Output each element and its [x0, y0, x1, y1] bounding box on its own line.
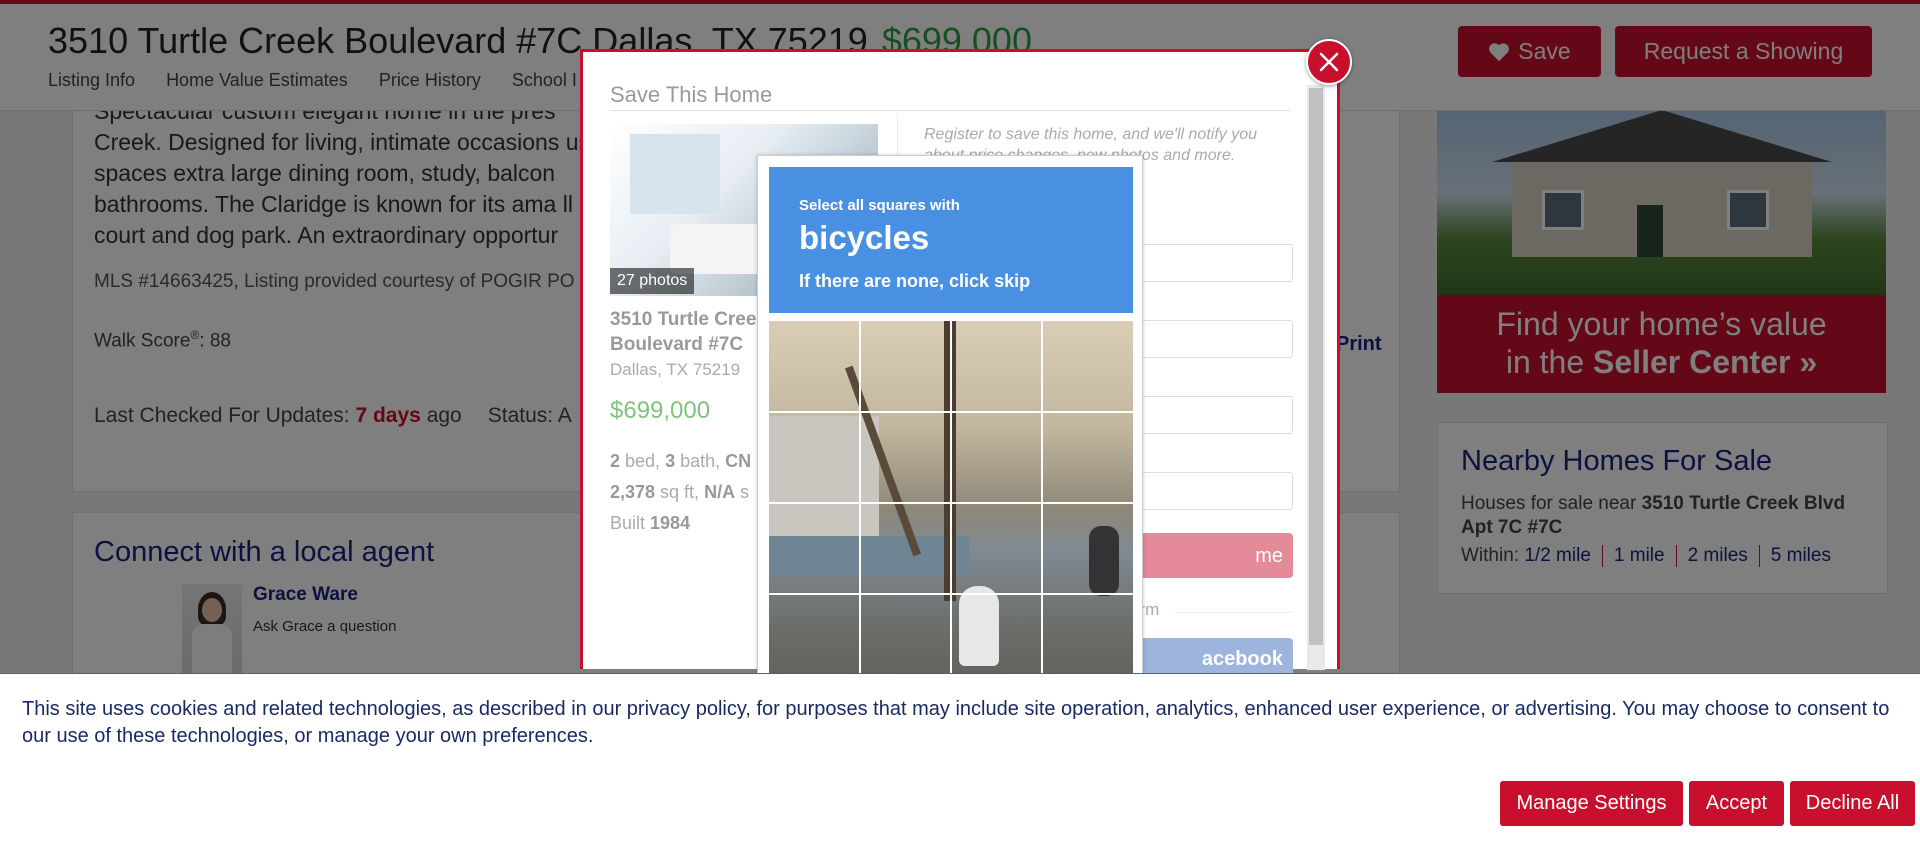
captcha-header: Select all squares with bicycles If ther… [769, 167, 1133, 313]
modal-specs: 2 bed, 3 bath, CN 2,378 sq ft, N/A s Bui… [610, 446, 751, 539]
spec-type: CN [725, 451, 752, 471]
modal-title-divider [610, 110, 1290, 111]
captcha-grid-line [769, 502, 1133, 504]
spec-sqft-label: sq ft, [655, 482, 705, 502]
captcha-skip-hint: If there are none, click skip [799, 271, 1031, 291]
accept-button[interactable]: Accept [1689, 781, 1784, 826]
modal-scrollbar-thumb[interactable] [1309, 88, 1323, 645]
captcha-grid-line [769, 411, 1133, 413]
spec-beds-label: bed, [620, 451, 666, 471]
modal-city: Dallas, TX 75219 [610, 360, 741, 379]
close-icon [1319, 52, 1339, 72]
cookie-text: This site uses cookies and related techn… [22, 698, 1890, 747]
spec-beds: 2 [610, 451, 621, 471]
or-separator-line [1175, 612, 1293, 613]
spec-built-label: Built [610, 513, 651, 533]
spec-baths: 3 [665, 451, 676, 471]
captcha-grid-line [1041, 321, 1043, 676]
spec-baths-label: bath, [675, 451, 726, 471]
spec-built: 1984 [650, 513, 691, 533]
captcha-grid-line [859, 321, 861, 676]
captcha-grid-line [769, 593, 1133, 595]
captcha-grid-line [950, 321, 952, 676]
modal-title: Save This Home [610, 82, 773, 107]
manage-settings-button[interactable]: Manage Settings [1500, 781, 1683, 826]
captcha-target: bicycles [799, 219, 930, 256]
captcha-challenge: Select all squares with bicycles If ther… [757, 155, 1143, 677]
spec-lot-label: s [735, 482, 750, 502]
captcha-instruction: Select all squares with [799, 197, 960, 214]
modal-close-button[interactable] [1306, 39, 1352, 85]
spec-lot: N/A [704, 482, 736, 502]
spec-sqft: 2,378 [610, 482, 656, 502]
decline-all-button[interactable]: Decline All [1790, 781, 1915, 826]
modal-price: $699,000 [610, 397, 711, 424]
photo-count-badge: 27 photos [610, 268, 695, 294]
captcha-image-grid[interactable] [769, 321, 1133, 676]
cookie-banner: This site uses cookies and related techn… [0, 673, 1920, 847]
